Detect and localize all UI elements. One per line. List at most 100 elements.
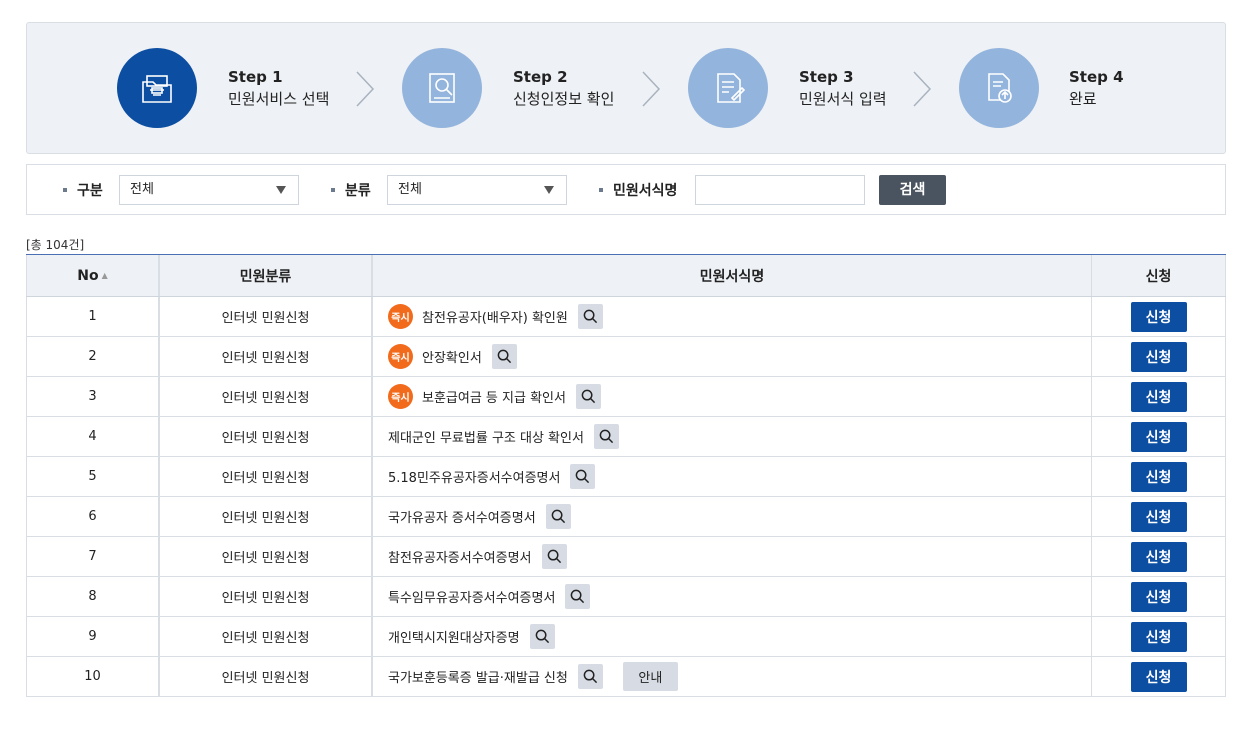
step-label: 민원서비스 선택 [228,90,330,108]
table-row: 4 인터넷 민원신청 제대군인 무료법률 구조 대상 확인서 신청 [26,417,1226,457]
chevron-right-icon [642,71,661,107]
instant-badge: 즉시 [388,384,413,409]
cell-no: 9 [26,617,159,656]
form-name[interactable]: 안장확인서 [422,347,482,366]
class-select[interactable]: 전체 [387,175,567,205]
search-button[interactable]: 검색 [879,175,946,205]
caret-down-icon [544,186,554,194]
apply-button[interactable]: 신청 [1130,581,1187,612]
header-form-name: 민원서식명 [372,255,1092,296]
cell-type: 인터넷 민원신청 [159,417,372,456]
cell-type: 인터넷 민원신청 [159,497,372,536]
search-icon[interactable] [593,424,619,449]
form-name-input[interactable] [695,175,865,205]
guide-button[interactable]: 안내 [622,662,678,691]
cell-apply: 신청 [1092,417,1226,456]
instant-badge: 즉시 [388,344,413,369]
total-count: [총 104건] [26,238,85,252]
cell-form-name: 참전유공자증서수여증명서 [372,537,1092,576]
form-name[interactable]: 참전유공자증서수여증명서 [388,547,532,566]
search-icon[interactable] [529,624,555,649]
cell-apply: 신청 [1092,297,1226,336]
folder-icon [117,48,197,128]
apply-button[interactable]: 신청 [1130,541,1187,572]
cell-no: 8 [26,577,159,616]
instant-badge: 즉시 [388,304,413,329]
form-name[interactable]: 특수임무유공자증서수여증명서 [388,587,555,606]
cell-type: 인터넷 민원신청 [159,297,372,336]
header-apply: 신청 [1092,255,1226,296]
table-row: 10 인터넷 민원신청 국가보훈등록증 발급·재발급 신청 안내 신청 [26,657,1226,697]
cell-apply: 신청 [1092,657,1226,696]
cell-no: 7 [26,537,159,576]
cell-form-name: 국가유공자 증서수여증명서 [372,497,1092,536]
cell-apply: 신청 [1092,337,1226,376]
table-body: 1 인터넷 민원신청 즉시 참전유공자(배우자) 확인원 신청 2 인터넷 민원신청 즉시 안장… [26,297,1226,697]
search-icon[interactable] [541,544,567,569]
form-name[interactable]: 국가유공자 증서수여증명서 [388,507,536,526]
sort-icon[interactable]: ▲ [102,271,108,280]
upload-document-icon [959,48,1039,128]
step-number: Step 4 [1069,68,1124,86]
search-icon[interactable] [491,344,517,369]
cell-form-name: 개인택시지원대상자증명 [372,617,1092,656]
form-name[interactable]: 보훈급여금 등 지급 확인서 [422,387,566,406]
apply-button[interactable]: 신청 [1130,661,1187,692]
category-select[interactable]: 전체 [119,175,299,205]
search-icon[interactable] [565,584,591,609]
apply-button[interactable]: 신청 [1130,421,1187,452]
table-row: 1 인터넷 민원신청 즉시 참전유공자(배우자) 확인원 신청 [26,297,1226,337]
cell-form-name: 즉시 보훈급여금 등 지급 확인서 [372,377,1092,416]
cell-form-name: 즉시 안장확인서 [372,337,1092,376]
cell-apply: 신청 [1092,537,1226,576]
cell-no: 2 [26,337,159,376]
cell-no: 3 [26,377,159,416]
search-icon[interactable] [577,304,603,329]
cell-no: 4 [26,417,159,456]
header-no[interactable]: No ▲ [26,255,159,296]
forms-table: No ▲ 민원분류 민원서식명 신청 1 인터넷 민원신청 즉시 참전유공자(배우자) … [26,254,1226,697]
cell-form-name: 즉시 참전유공자(배우자) 확인원 [372,297,1092,336]
form-name[interactable]: 제대군인 무료법률 구조 대상 확인서 [388,427,584,446]
cell-apply: 신청 [1092,457,1226,496]
step-label: 완료 [1069,90,1097,108]
form-name[interactable]: 개인택시지원대상자증명 [388,627,520,646]
apply-button[interactable]: 신청 [1130,621,1187,652]
search-icon[interactable] [575,384,601,409]
steps-panel: Step 1 민원서비스 선택 Step 2 신청인정보 확인 Step 3 민… [26,22,1226,154]
table-row: 8 인터넷 민원신청 특수임무유공자증서수여증명서 신청 [26,577,1226,617]
cell-type: 인터넷 민원신청 [159,337,372,376]
search-icon[interactable] [577,664,603,689]
document-search-icon [402,48,482,128]
search-icon[interactable] [545,504,571,529]
step-number: Step 3 [799,68,854,86]
table-row: 2 인터넷 민원신청 즉시 안장확인서 신청 [26,337,1226,377]
cell-form-name: 제대군인 무료법률 구조 대상 확인서 [372,417,1092,456]
apply-button[interactable]: 신청 [1130,461,1187,492]
table-row: 3 인터넷 민원신청 즉시 보훈급여금 등 지급 확인서 신청 [26,377,1226,417]
apply-button[interactable]: 신청 [1130,381,1187,412]
cell-type: 인터넷 민원신청 [159,657,372,696]
table-row: 9 인터넷 민원신청 개인택시지원대상자증명 신청 [26,617,1226,657]
cell-no: 6 [26,497,159,536]
apply-button[interactable]: 신청 [1130,301,1187,332]
category-select-value: 전체 [130,182,154,197]
step-label: 신청인정보 확인 [513,90,615,108]
form-name[interactable]: 참전유공자(배우자) 확인원 [422,307,568,326]
cell-type: 인터넷 민원신청 [159,457,372,496]
cell-type: 인터넷 민원신청 [159,377,372,416]
cell-form-name: 5.18민주유공자증서수여증명서 [372,457,1092,496]
apply-button[interactable]: 신청 [1130,341,1187,372]
form-name[interactable]: 5.18민주유공자증서수여증명서 [388,467,560,486]
step-1: Step 1 민원서비스 선택 [117,48,329,128]
step-number: Step 2 [513,68,568,86]
step-number: Step 1 [228,68,283,86]
form-name-label: 민원서식명 [599,180,677,200]
category-label: 구분 [63,180,103,200]
apply-button[interactable]: 신청 [1130,501,1187,532]
step-4: Step 4 완료 [959,48,1124,128]
search-icon[interactable] [570,464,596,489]
chevron-right-icon [356,71,375,107]
table-header: No ▲ 민원분류 민원서식명 신청 [26,255,1226,297]
form-name[interactable]: 국가보훈등록증 발급·재발급 신청 [388,667,568,686]
